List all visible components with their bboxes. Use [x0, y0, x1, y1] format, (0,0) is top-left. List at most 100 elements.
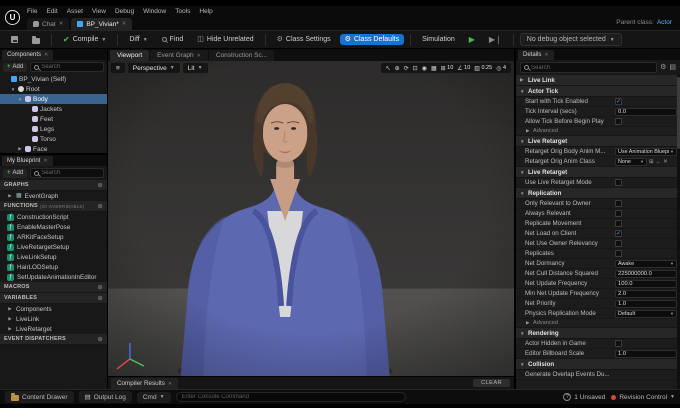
tab-details[interactable]: Details ✕ [518, 50, 554, 60]
blueprint-item-components[interactable]: ▶ Components [0, 304, 107, 314]
cmd-dropdown[interactable]: Cmd ▼ [136, 391, 171, 403]
blueprint-item-hairlodsetup[interactable]: f HairLODSetup [0, 262, 107, 272]
checkbox[interactable] [615, 240, 622, 247]
components-search[interactable] [30, 62, 104, 72]
tab-event-graph[interactable]: Event Graph ✕ [150, 50, 208, 61]
section-variables[interactable]: VARIABLES ⊕ [0, 293, 107, 304]
close-icon[interactable]: ✕ [197, 53, 201, 59]
blueprint-item-eventgraph[interactable]: ▶ ▦ EventGraph [0, 191, 107, 201]
value-field[interactable]: 225000000.0 [615, 269, 677, 278]
checkbox[interactable] [615, 118, 622, 125]
camera-speed[interactable]: ◎ 4 [496, 65, 506, 72]
scale-tool[interactable]: ⊡ [413, 65, 418, 72]
viewport-3d[interactable]: ≡ Perspective ▼ Lit ▼ ↖ ⊕ ⟳ ⊡ ◉ ▦ ⊞ 10 ∠ 10 ▥ 0.25 ◎ 4 [108, 61, 514, 376]
menu-asset[interactable]: Asset [67, 8, 83, 15]
components-search-input[interactable] [41, 64, 100, 70]
debug-object-dropdown[interactable]: No debug object selected ▼ [519, 33, 622, 46]
value-field[interactable]: 100.0 [615, 279, 677, 288]
tab-viewport[interactable]: Viewport [110, 50, 150, 61]
close-icon[interactable]: ✕ [44, 52, 48, 58]
tab-components[interactable]: Components ✕ [2, 50, 54, 60]
browse-icon[interactable]: ⊞ [649, 159, 654, 165]
component-face[interactable]: ▶ Face [0, 144, 107, 153]
menu-help[interactable]: Help [199, 8, 212, 15]
section-functions[interactable]: FUNCTIONS (20 OVERRIDABLE) ⊕ [0, 201, 107, 212]
component-root[interactable]: ▼ Root [0, 84, 107, 94]
details-search-input[interactable] [531, 64, 654, 71]
class-settings-button[interactable]: ⚙ Class Settings [272, 34, 336, 45]
checkbox[interactable] [615, 250, 622, 257]
details-filter-icon[interactable]: ▤ [669, 64, 676, 71]
blueprint-item-livelinksetup[interactable]: f LiveLinkSetup [0, 252, 107, 262]
tab-construction-sc[interactable]: Construction Sc... [208, 50, 275, 61]
menu-edit[interactable]: Edit [46, 8, 57, 15]
checkbox[interactable] [615, 340, 622, 347]
my-blueprint-search[interactable] [30, 168, 104, 178]
expand-arrow[interactable]: ▶ [17, 146, 23, 152]
viewport-3d-scene[interactable] [108, 61, 514, 376]
value-field[interactable]: 1.0 [615, 299, 677, 308]
frame-skip-button[interactable]: ▶❘ [484, 33, 507, 46]
details-advanced-toggle[interactable]: ▶ Advanced [516, 127, 680, 136]
add-icon[interactable]: ⊕ [97, 181, 103, 189]
add-icon[interactable]: ⊕ [97, 335, 103, 343]
tab-my-blueprint[interactable]: My Blueprint ✕ [2, 156, 53, 166]
grid-snap-toggle[interactable]: ⊞ 10 [441, 65, 454, 72]
details-advanced-toggle[interactable]: ▶ Advanced [516, 319, 680, 328]
hide-unrelated-button[interactable]: ◫ Hide Unrelated [192, 34, 258, 45]
doc-tab-bp-vivian[interactable]: BP_Vivian* ✕ [71, 18, 133, 30]
menu-file[interactable]: File [27, 8, 37, 15]
component-legs[interactable]: Legs [0, 124, 107, 134]
value-field[interactable]: 2.0 [615, 289, 677, 298]
value-dropdown[interactable]: Awake ▼ [615, 259, 677, 268]
component-torso[interactable]: Torso [0, 134, 107, 144]
console-command-input[interactable] [181, 394, 400, 400]
browse-button[interactable] [27, 34, 45, 46]
component-bp-vivian-self[interactable]: BP_Vivian (Self) [0, 74, 107, 84]
checkbox[interactable] [615, 179, 622, 186]
details-search[interactable] [520, 62, 658, 73]
tab-compiler-results[interactable]: Compiler Results ✕ [111, 378, 179, 389]
diff-button[interactable]: Diff ▼ [124, 34, 152, 45]
section-event-dispatchers[interactable]: EVENT DISPATCHERS ⊕ [0, 334, 107, 345]
details-section-collision[interactable]: ▼ Collision [516, 359, 680, 370]
doc-tab-chat[interactable]: Chat ✕ [27, 18, 70, 30]
content-drawer-button[interactable]: Content Drawer [5, 391, 74, 403]
coordinate-space-toggle[interactable]: ◉ [422, 65, 427, 72]
details-section-live-retarget[interactable]: ▼ Live Retarget [516, 167, 680, 178]
checkbox[interactable] [615, 200, 622, 207]
close-icon[interactable]: ✕ [544, 52, 548, 58]
add-icon[interactable]: ⊕ [97, 283, 103, 291]
play-button[interactable]: ▶ [464, 33, 480, 46]
blueprint-item-arkitfacesetup[interactable]: f ARKitFaceSetup [0, 232, 107, 242]
blueprint-item-setupdateanimationineditor[interactable]: f SetUpdateAnimationInEditor [0, 272, 107, 282]
expand-arrow[interactable]: ▶ [7, 306, 13, 312]
blueprint-item-livelink[interactable]: ▶ LiveLink [0, 314, 107, 324]
revision-control-button[interactable]: Revision Control ▼ [611, 394, 675, 401]
compile-button[interactable]: ✔ Compile ▼ [58, 34, 111, 46]
view-mode-dropdown[interactable]: Lit ▼ [182, 63, 208, 73]
close-icon[interactable]: ✕ [168, 381, 172, 387]
details-section-live-retarget[interactable]: ▼ Live Retarget [516, 136, 680, 147]
add-icon[interactable]: ⊕ [97, 202, 103, 210]
blueprint-item-enablemasterpose[interactable]: f EnableMasterPose [0, 222, 107, 232]
rotate-tool[interactable]: ⟳ [404, 65, 409, 72]
checkbox[interactable] [615, 210, 622, 217]
surface-snap-toggle[interactable]: ▦ [431, 65, 437, 72]
add-component-button[interactable]: + Add [3, 62, 28, 72]
blueprint-item-constructionscript[interactable]: f ConstructionScript [0, 212, 107, 222]
details-section-replication[interactable]: ▼ Replication [516, 188, 680, 199]
value-dropdown[interactable]: Use Animation Blueprint▼ [615, 147, 677, 156]
component-jackets[interactable]: Jackets [0, 104, 107, 114]
rotation-snap-toggle[interactable]: ∠ 10 [457, 65, 470, 72]
unsaved-status[interactable]: ? 1 Unsaved [563, 393, 605, 401]
close-icon[interactable]: ✕ [43, 158, 47, 164]
close-icon[interactable]: ✕ [59, 21, 64, 27]
class-defaults-button[interactable]: ⚙ Class Defaults [339, 34, 405, 45]
value-dropdown[interactable]: None ▼ [615, 157, 647, 166]
value-field[interactable]: 1.0 [615, 349, 677, 358]
add-icon[interactable]: ⊕ [97, 294, 103, 302]
use-selected-icon[interactable]: ← [656, 159, 662, 165]
console-command-field[interactable] [175, 392, 406, 402]
value-dropdown[interactable]: Default ▼ [615, 309, 677, 318]
